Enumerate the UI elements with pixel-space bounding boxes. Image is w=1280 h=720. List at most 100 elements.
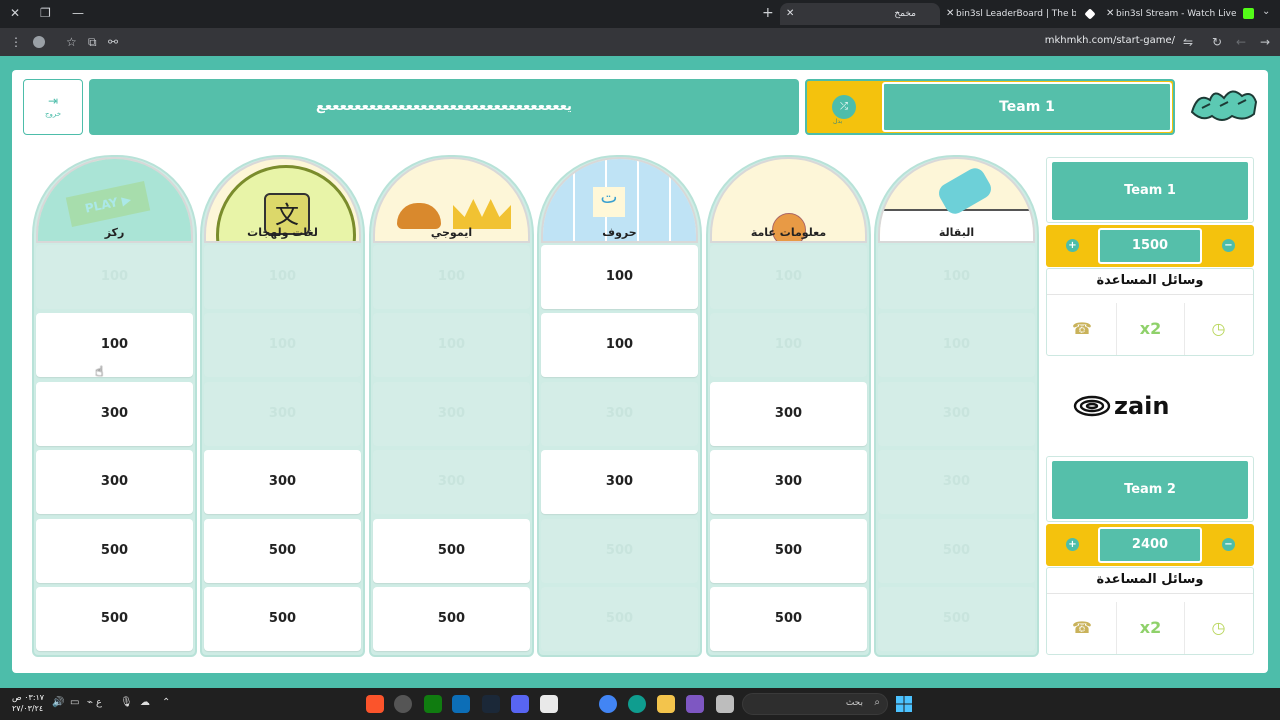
- question-cell[interactable]: 500: [373, 587, 530, 651]
- question-cell[interactable]: 100: [541, 313, 698, 377]
- taskbar-clock[interactable]: ٠٣:١٧ ص ٢٧/٠٣/٢٤: [12, 692, 44, 714]
- task-view-icon[interactable]: [716, 695, 734, 713]
- question-cell[interactable]: 300: [710, 450, 867, 514]
- question-cell[interactable]: 100: [36, 313, 193, 377]
- question-cell[interactable]: 300: [36, 382, 193, 446]
- taskbar-search[interactable]: بحث ⌕: [742, 693, 888, 715]
- tab-kick-stream[interactable]: ✕ bin3sl Stream - Watch Live on K: [1100, 3, 1260, 25]
- category-column: 文 لغات ولهجات 100 100 300 300 500 500: [200, 155, 365, 657]
- category-name: لغات ولهجات: [247, 226, 318, 239]
- team2-name: Team 2: [1052, 461, 1248, 519]
- obs-icon[interactable]: [394, 695, 412, 713]
- category-column: ايموجي 100 100 300 300 500 500: [369, 155, 534, 657]
- question-cell[interactable]: 100: [541, 245, 698, 309]
- swap-turn-button[interactable]: ⤮: [832, 95, 856, 119]
- url-field[interactable]: mkhmkh.com/start-game/: [1030, 35, 1175, 46]
- tab-search-chevron-icon[interactable]: ⌄: [1262, 6, 1270, 17]
- taskbar: ٠٣:١٧ ص ٢٧/٠٣/٢٤ 🔊 ▭ ⌁ ع 🎙 ☁ ⌃ بحث ⌕: [0, 688, 1280, 720]
- view-site-info-icon[interactable]: ⚯: [108, 35, 118, 49]
- question-cell[interactable]: 500: [373, 519, 530, 583]
- address-bar: ⋮ ☆ ⧉ ⚯ mkhmkh.com/start-game/ ⇋ ↻ ← →: [0, 28, 1280, 56]
- copilot-icon[interactable]: [686, 695, 704, 713]
- exit-button[interactable]: ⇥ خروج: [23, 79, 83, 135]
- team1-add-button[interactable]: +: [1066, 239, 1079, 252]
- question-cell[interactable]: 500: [710, 519, 867, 583]
- category-header[interactable]: البقالة: [878, 157, 1035, 243]
- close-tab-icon[interactable]: ✕: [1106, 3, 1114, 25]
- edge-icon[interactable]: [628, 695, 646, 713]
- volume-icon[interactable]: 🔊: [52, 697, 64, 708]
- bookmark-star-icon[interactable]: ☆: [66, 35, 77, 49]
- close-tab-icon[interactable]: ✕: [786, 3, 794, 25]
- onedrive-icon[interactable]: ☁: [140, 697, 150, 708]
- install-app-icon[interactable]: ⧉: [88, 35, 97, 50]
- close-window-icon[interactable]: ✕: [10, 6, 20, 20]
- current-turn-team: Team 1: [882, 82, 1172, 132]
- question-cell[interactable]: 300: [204, 450, 361, 514]
- reload-icon[interactable]: ↻: [1212, 35, 1222, 49]
- team2-card: Team 2: [1046, 456, 1254, 522]
- game-board: ⇥ خروج يعععععععععععععععععععععععععععععععع…: [12, 70, 1268, 673]
- timer-icon[interactable]: ◷: [1184, 602, 1252, 654]
- team1-score-row: + 1500 −: [1046, 225, 1254, 267]
- diamond-favicon-icon: [1084, 8, 1096, 20]
- category-header[interactable]: معلومات عامة: [710, 157, 867, 243]
- timer-icon[interactable]: ◷: [1184, 303, 1252, 355]
- tray-chevron-icon[interactable]: ⌃: [162, 697, 170, 708]
- exit-label: خروج: [44, 110, 62, 118]
- question-cell[interactable]: 500: [36, 519, 193, 583]
- call-friend-icon[interactable]: ☎: [1048, 303, 1116, 355]
- steam-icon[interactable]: [482, 695, 500, 713]
- category-header[interactable]: 文 لغات ولهجات: [204, 157, 361, 243]
- display-icon[interactable]: ▭: [70, 697, 79, 708]
- mic-icon[interactable]: 🎙: [120, 697, 133, 708]
- team1-subtract-button[interactable]: −: [1222, 239, 1235, 252]
- swap-label: بدل: [833, 118, 843, 125]
- question-cell[interactable]: 500: [204, 519, 361, 583]
- turn-box: ⤮ بدل Team 1: [805, 79, 1175, 135]
- input-language[interactable]: ع: [96, 697, 102, 708]
- category-header[interactable]: ايموجي: [373, 157, 530, 243]
- close-tab-icon[interactable]: ✕: [946, 3, 954, 25]
- minimize-window-icon[interactable]: —: [72, 6, 84, 20]
- question-cell[interactable]: 500: [710, 587, 867, 651]
- category-artwork: ت: [593, 187, 625, 217]
- category-header[interactable]: PLAY ▶ركز: [36, 157, 193, 243]
- double-points-icon[interactable]: x2: [1116, 602, 1184, 654]
- category-name: حروف: [602, 226, 637, 239]
- restore-window-icon[interactable]: ❐: [40, 6, 51, 20]
- brave-icon[interactable]: [366, 695, 384, 713]
- profile-avatar-icon[interactable]: [33, 36, 45, 48]
- epic-games-icon[interactable]: [540, 695, 558, 713]
- tab-mkhmkh[interactable]: ✕ مخمخ: [780, 3, 940, 25]
- tab-title: bin3sl Stream - Watch Live on K: [1116, 9, 1236, 19]
- back-arrow-icon[interactable]: →: [1260, 35, 1270, 49]
- windows-start-icon[interactable]: [896, 696, 912, 712]
- discord-icon[interactable]: [511, 695, 529, 713]
- chrome-icon[interactable]: [599, 695, 617, 713]
- network-icon[interactable]: ⌁: [87, 697, 93, 708]
- team2-add-button[interactable]: +: [1066, 538, 1079, 551]
- tune-settings-icon[interactable]: ⇋: [1183, 35, 1193, 49]
- question-cell: 100: [36, 245, 193, 309]
- tab-leaderboard[interactable]: ✕ bin3sl LeaderBoard | The best C: [940, 3, 1100, 25]
- zain-logo-icon: zain: [1073, 392, 1169, 420]
- team1-name: Team 1: [1052, 162, 1248, 220]
- double-points-icon[interactable]: x2: [1116, 303, 1184, 355]
- question-cell[interactable]: 300: [710, 382, 867, 446]
- xbox-icon[interactable]: [424, 695, 442, 713]
- new-tab-button[interactable]: +: [762, 5, 774, 21]
- file-explorer-icon[interactable]: [657, 695, 675, 713]
- question-cell[interactable]: 300: [36, 450, 193, 514]
- question-cell[interactable]: 500: [204, 587, 361, 651]
- search-icon: ⌕: [874, 697, 880, 708]
- question-cell[interactable]: 500: [36, 587, 193, 651]
- team2-subtract-button[interactable]: −: [1222, 538, 1235, 551]
- app-icon[interactable]: [452, 695, 470, 713]
- menu-dots-icon[interactable]: ⋮: [10, 35, 22, 49]
- call-friend-icon[interactable]: ☎: [1048, 602, 1116, 654]
- category-header[interactable]: ت حروف: [541, 157, 698, 243]
- question-cell: 300: [204, 382, 361, 446]
- question-cell[interactable]: 300: [541, 450, 698, 514]
- forward-arrow-icon[interactable]: ←: [1236, 35, 1246, 49]
